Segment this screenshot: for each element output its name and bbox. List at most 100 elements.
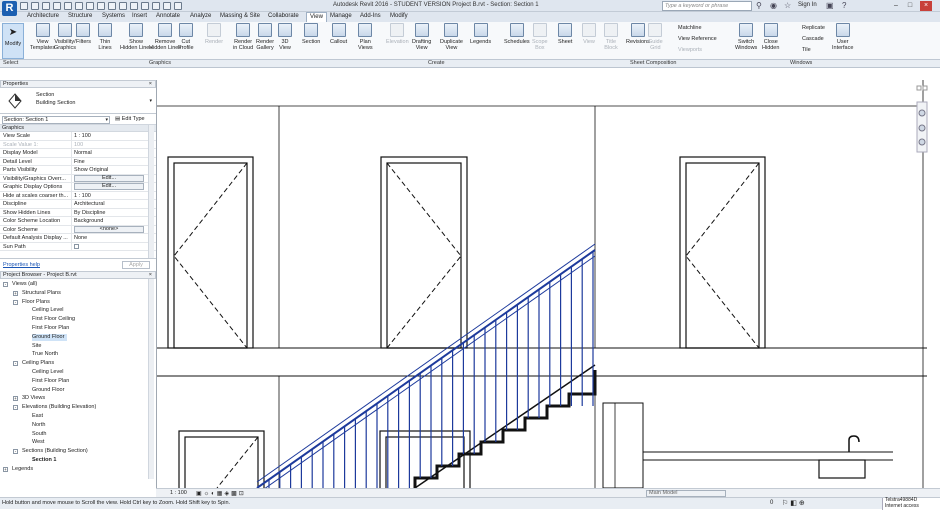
ribbon-button-21[interactable]: View <box>582 23 596 45</box>
property-edit-button[interactable]: Edit... <box>74 183 144 190</box>
property-edit-button[interactable]: <none> <box>74 225 144 233</box>
browser-node[interactable]: East <box>32 413 43 420</box>
binoculars-icon[interactable]: ⚲ <box>756 2 762 10</box>
ribbon-button-8[interactable]: Render in Cloud <box>233 23 253 51</box>
property-row[interactable]: Scale Value 1: 100 <box>0 140 156 149</box>
browser-node[interactable]: South <box>32 431 46 438</box>
ribbon-button-23[interactable]: Revisions <box>626 23 650 45</box>
star-icon[interactable]: ☆ <box>784 2 791 10</box>
ribbon-button-0[interactable]: View Templates <box>30 23 55 51</box>
property-value[interactable]: Architectural <box>72 200 146 208</box>
browser-node[interactable]: Site <box>32 343 41 350</box>
tab-systems[interactable]: Systems <box>102 13 125 19</box>
cascade-button[interactable]: Cascade <box>802 36 824 42</box>
ribbon-button-5[interactable]: Remove Hidden Lines <box>149 23 181 51</box>
ribbon-button-2[interactable]: Filters <box>76 23 91 45</box>
ribbon-button-7[interactable]: Render <box>205 23 223 45</box>
redo-icon[interactable] <box>64 2 72 10</box>
property-value[interactable]: None <box>72 234 146 242</box>
browser-node[interactable]: Ground Floor <box>32 333 68 341</box>
property-value[interactable]: Fine <box>72 158 146 166</box>
subscription-icon[interactable]: ◉ <box>770 2 777 10</box>
section-icon[interactable] <box>141 2 149 10</box>
tab-insert[interactable]: Insert <box>132 13 147 19</box>
ribbon-button-3[interactable]: Thin Lines <box>98 23 112 51</box>
browser-node[interactable]: Ceiling Level <box>32 307 64 314</box>
property-value[interactable]: Background <box>72 217 146 225</box>
selection-filter-icons[interactable]: ⚐◧⊕ <box>782 499 807 507</box>
cart-icon[interactable]: ▣ <box>826 2 834 10</box>
edit-type-button[interactable]: ▤ Edit Type <box>115 116 145 122</box>
view-reference-button[interactable]: View Reference <box>678 36 717 42</box>
property-row[interactable]: View Scale 1 : 100 <box>0 132 156 141</box>
browser-node[interactable]: Structural Plans <box>22 290 61 297</box>
collapse-icon[interactable]: - <box>13 449 18 455</box>
undo-icon[interactable] <box>53 2 61 10</box>
revit-logo[interactable]: R <box>2 1 17 16</box>
tab-collaborate[interactable]: Collaborate <box>268 13 299 19</box>
expand-icon[interactable]: + <box>3 466 8 472</box>
collapse-icon[interactable]: - <box>3 282 8 287</box>
ribbon-button-6[interactable]: Cut Profile <box>178 23 194 51</box>
browser-node[interactable]: First Floor Plan <box>32 325 69 332</box>
browser-node[interactable]: Views (all) <box>12 281 37 288</box>
sign-in-button[interactable]: Sign In <box>798 2 817 8</box>
close-hidden-icon[interactable] <box>163 2 171 10</box>
property-row[interactable]: Color Scheme <none> <box>0 225 156 234</box>
ribbon-button-16[interactable]: Duplicate View <box>440 23 463 51</box>
browser-node[interactable]: True North <box>32 351 58 358</box>
print-icon[interactable] <box>75 2 83 10</box>
tab-massing-site[interactable]: Massing & Site <box>220 13 260 19</box>
dimension-icon[interactable] <box>97 2 105 10</box>
open-icon[interactable] <box>20 2 28 10</box>
ribbon-button-25[interactable]: Switch Windows <box>735 23 757 51</box>
ribbon-button-4[interactable]: Show Hidden Lines <box>120 23 152 51</box>
save-icon[interactable] <box>31 2 39 10</box>
drawing-canvas[interactable] <box>156 80 940 488</box>
close-icon[interactable]: × <box>149 272 152 278</box>
tab-view[interactable]: View <box>306 12 327 22</box>
tab-manage[interactable]: Manage <box>330 13 352 19</box>
ribbon-button-26[interactable]: Close Hidden <box>762 23 779 51</box>
property-value[interactable]: 1 : 100 <box>72 192 146 200</box>
measure-icon[interactable] <box>86 2 94 10</box>
chevron-down-icon[interactable]: ▾ <box>149 98 152 104</box>
help-icon[interactable]: ? <box>842 2 846 10</box>
property-row[interactable]: Display Model Normal <box>0 149 156 158</box>
search-input[interactable]: Type a keyword or phrase <box>662 1 752 11</box>
sync-icon[interactable] <box>42 2 50 10</box>
viewports-button[interactable]: Viewports <box>678 47 702 53</box>
tab-annotate[interactable]: Annotate <box>156 13 180 19</box>
browser-node[interactable]: First Floor Plan <box>32 378 69 385</box>
browser-node[interactable]: Ground Floor <box>32 387 64 394</box>
apply-button[interactable]: Apply <box>122 261 150 269</box>
collapse-icon[interactable]: - <box>13 405 18 411</box>
browser-node[interactable]: Floor Plans <box>22 299 50 306</box>
property-row[interactable]: Detail Level Fine <box>0 157 156 166</box>
ribbon-button-11[interactable]: Section <box>302 23 320 45</box>
ribbon-button-12[interactable]: Callout <box>330 23 347 45</box>
property-row[interactable]: Parts Visibility Show Original <box>0 166 156 175</box>
property-edit-button[interactable]: Edit... <box>74 174 144 182</box>
ribbon-button-20[interactable]: Sheet <box>558 23 572 45</box>
ribbon-button-22[interactable]: Title Block <box>604 23 618 51</box>
properties-scrollbar[interactable] <box>148 125 154 258</box>
property-row[interactable]: Visibility/Graphics Overr... Edit... <box>0 174 156 183</box>
ribbon-button-17[interactable]: Legends <box>470 23 491 45</box>
ribbon-button-10[interactable]: 3D View <box>278 23 292 51</box>
browser-node[interactable]: West <box>32 439 44 446</box>
property-row[interactable]: Show Hidden Lines By Discipline <box>0 208 156 217</box>
browser-node[interactable]: North <box>32 422 45 429</box>
tab-structure[interactable]: Structure <box>68 13 92 19</box>
collapse-icon[interactable]: - <box>13 361 18 367</box>
property-row[interactable]: Default Analysis Display ... None <box>0 234 156 243</box>
property-value[interactable]: 1 : 100 <box>72 132 146 140</box>
network-notification[interactable]: Telstra49884D Internet access <box>882 497 940 510</box>
property-row[interactable]: Hide at scales coarser th... 1 : 100 <box>0 191 156 200</box>
browser-scrollbar[interactable] <box>148 279 154 479</box>
replicate-button[interactable]: Replicate <box>802 25 825 31</box>
property-value-cell[interactable]: Edit... <box>72 183 146 191</box>
browser-node[interactable]: Elevations (Building Elevation) <box>22 404 96 411</box>
ribbon-button-18[interactable]: Schedules <box>504 23 530 45</box>
close-icon[interactable]: × <box>149 81 152 87</box>
